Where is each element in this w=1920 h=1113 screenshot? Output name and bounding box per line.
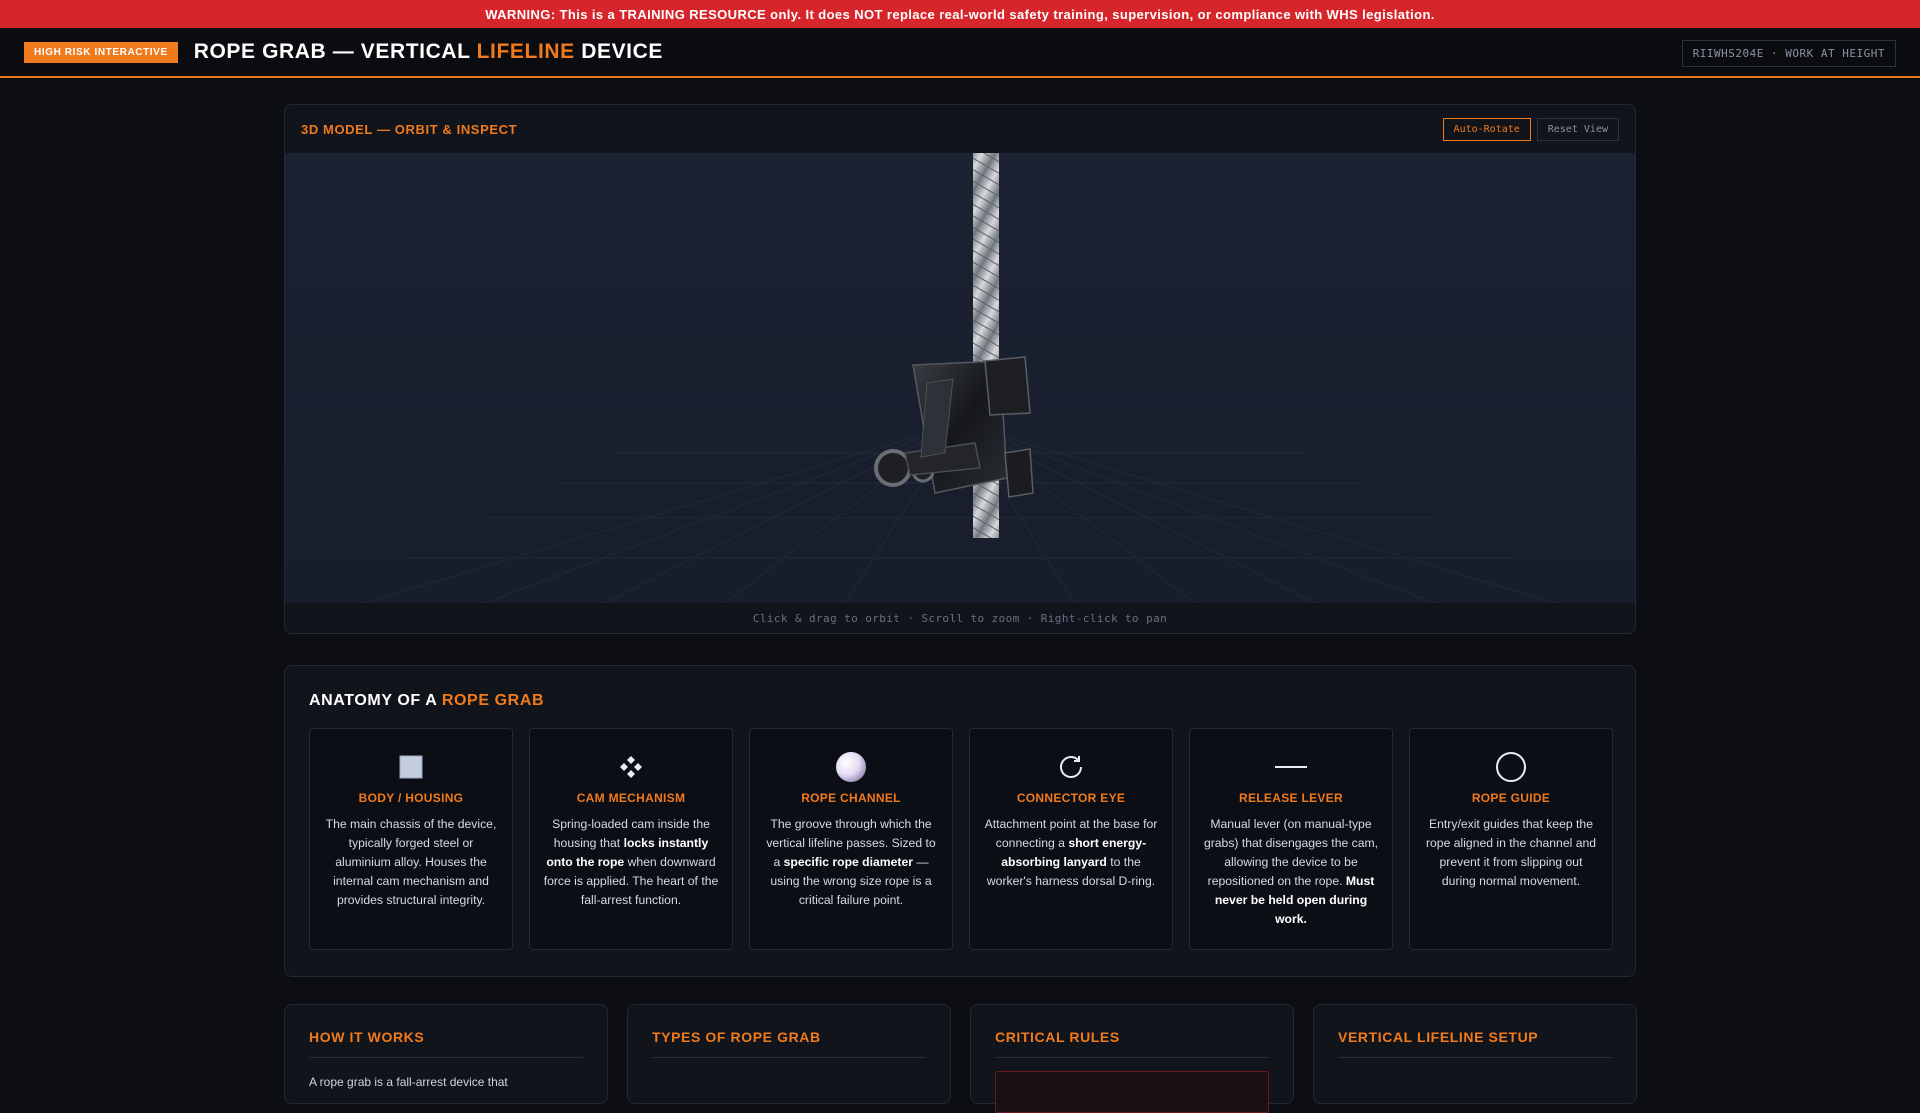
dash-icon — [1202, 751, 1380, 783]
card-desc: The groove through which the vertical li… — [766, 817, 936, 907]
title-part-1: ROPE GRAB — VERTICAL — [193, 40, 477, 63]
card-title: RELEASE LEVER — [1239, 791, 1343, 805]
types-title: TYPES OF ROPE GRAB — [652, 1029, 821, 1045]
card-rope-guide[interactable]: ROPE GUIDE Entry/exit guides that keep t… — [1409, 728, 1613, 950]
reset-view-button[interactable]: Reset View — [1536, 117, 1619, 141]
diamond-cluster-icon — [542, 751, 720, 783]
card-cam-mechanism[interactable]: CAM MECHANISM Spring-loaded cam inside t… — [529, 728, 733, 950]
card-title: BODY / HOUSING — [358, 791, 464, 805]
types-section: TYPES OF ROPE GRAB — [627, 1004, 951, 1104]
viewer-controls: Auto-Rotate Reset View — [1442, 117, 1619, 141]
card-title: ROPE GUIDE — [1471, 791, 1551, 805]
critical-rule-box — [995, 1071, 1269, 1113]
rope-grab-device — [874, 356, 1034, 498]
top-header: HIGH RISK INTERACTIVE ROPE GRAB — VERTIC… — [0, 28, 1920, 78]
card-desc: Attachment point at the base for connect… — [984, 817, 1158, 888]
sphere-icon — [762, 751, 940, 783]
divider — [995, 1057, 1269, 1058]
3d-viewport[interactable] — [285, 153, 1635, 603]
lifeline-setup-section: VERTICAL LIFELINE SETUP — [1313, 1004, 1637, 1104]
viewer-title: 3D MODEL — ORBIT & INSPECT — [301, 121, 518, 137]
circle-icon — [1422, 751, 1600, 783]
unit-code-badge: RIIWHS204E · WORK AT HEIGHT — [1681, 40, 1896, 67]
viewer-hint: Click & drag to orbit · Scroll to zoom ·… — [752, 611, 1168, 625]
card-connector-eye[interactable]: CONNECTOR EYE Attachment point at the ba… — [969, 728, 1173, 950]
card-rope-channel[interactable]: ROPE CHANNEL The groove through which th… — [749, 728, 953, 950]
card-desc: Entry/exit guides that keep the rope ali… — [1425, 817, 1597, 888]
anatomy-cards: BODY / HOUSING The main chassis of the d… — [309, 728, 1613, 950]
anatomy-title-prefix: ANATOMY OF A — [309, 692, 442, 709]
card-title: CONNECTOR EYE — [1016, 791, 1126, 805]
anatomy-title: ANATOMY OF A ROPE GRAB — [309, 692, 544, 710]
card-title: CAM MECHANISM — [576, 791, 686, 805]
card-desc: The main chassis of the device, typicall… — [325, 817, 497, 907]
how-it-works-title: HOW IT WORKS — [309, 1029, 425, 1045]
square-icon — [322, 751, 500, 783]
training-warning-banner: WARNING: This is a TRAINING RESOURCE onl… — [0, 0, 1920, 28]
anatomy-section: ANATOMY OF A ROPE GRAB BODY / HOUSING Th… — [284, 665, 1636, 977]
viewer-header: 3D MODEL — ORBIT & INSPECT Auto-Rotate R… — [285, 105, 1635, 153]
card-desc: Manual lever (on manual-type grabs) that… — [1203, 817, 1379, 926]
critical-rules-title: CRITICAL RULES — [995, 1029, 1120, 1045]
high-risk-badge: HIGH RISK INTERACTIVE — [24, 41, 178, 63]
lifeline-setup-title: VERTICAL LIFELINE SETUP — [1338, 1029, 1539, 1045]
3d-scene — [364, 153, 1556, 603]
card-body-housing[interactable]: BODY / HOUSING The main chassis of the d… — [309, 728, 513, 950]
divider — [1338, 1057, 1612, 1058]
card-desc: Spring-loaded cam inside the housing tha… — [543, 817, 719, 907]
divider — [652, 1057, 926, 1058]
card-title: ROPE CHANNEL — [801, 791, 901, 805]
critical-rules-section: CRITICAL RULES — [970, 1004, 1294, 1113]
page-title: ROPE GRAB — VERTICAL LIFELINE DEVICE — [194, 40, 663, 64]
rotate-icon — [982, 751, 1160, 783]
model-viewer-panel: 3D MODEL — ORBIT & INSPECT Auto-Rotate R… — [284, 104, 1636, 634]
how-it-works-text: A rope grab is a fall-arrest device that — [309, 1075, 508, 1089]
anatomy-title-accent: ROPE GRAB — [441, 692, 545, 709]
divider — [309, 1057, 583, 1058]
card-release-lever[interactable]: RELEASE LEVER Manual lever (on manual-ty… — [1189, 728, 1393, 950]
title-accent: LIFELINE — [476, 40, 575, 63]
auto-rotate-button[interactable]: Auto-Rotate — [1442, 117, 1531, 141]
how-it-works-section: HOW IT WORKS A rope grab is a fall-arres… — [284, 1004, 608, 1104]
title-part-2: DEVICE — [574, 40, 663, 63]
